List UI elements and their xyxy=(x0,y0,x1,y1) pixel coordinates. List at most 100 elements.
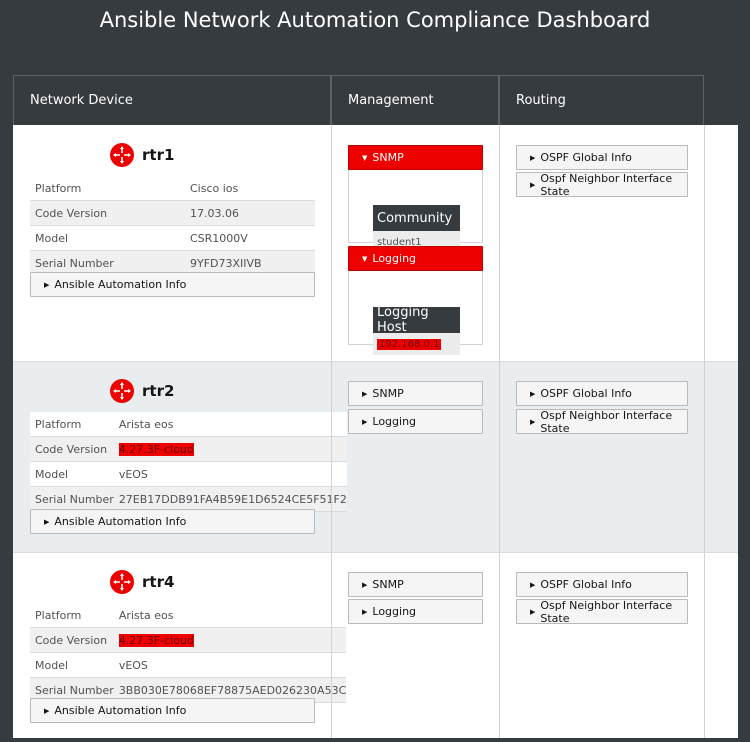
logging-label: Logging xyxy=(372,252,417,265)
fact-value-model: vEOS xyxy=(113,461,347,487)
fact-row-model: Model CSR1000V xyxy=(30,225,315,251)
ansible-info-label: Ansible Automation Info xyxy=(54,515,187,528)
fact-value-code-version: 17.03.06 xyxy=(185,200,315,226)
fact-value-code-version: 4.27.3F-cloud xyxy=(118,442,194,456)
logging-toggle[interactable]: ▶ Logging xyxy=(348,409,483,434)
caret-down-icon: ▼ xyxy=(362,254,368,263)
fact-label: Platform xyxy=(30,412,114,437)
snmp-panel: Community student1 xyxy=(348,169,483,253)
fact-label: Code Version xyxy=(30,200,185,226)
ospf-neighbor-label: Ospf Neighbor Interface State xyxy=(540,598,673,625)
fact-value-platform: Cisco ios xyxy=(185,176,315,201)
management-cell: Community student1 ▼ SNMP Logging Host 19… xyxy=(331,125,499,361)
community-header: Community xyxy=(373,205,460,231)
snmp-toggle[interactable]: ▼ SNMP xyxy=(348,145,483,170)
caret-right-icon: ▶ xyxy=(530,607,536,616)
ansible-info-label: Ansible Automation Info xyxy=(54,704,187,717)
ansible-info-toggle[interactable]: ▶ Ansible Automation Info xyxy=(30,509,315,534)
caret-right-icon: ▶ xyxy=(530,580,536,589)
device-row-rtr2: rtr2 Platform Arista eos Code Version 4.27… xyxy=(13,362,738,553)
ospf-neighbor-label: Ospf Neighbor Interface State xyxy=(540,171,673,198)
ospf-global-toggle[interactable]: ▶ OSPF Global Info xyxy=(516,381,688,406)
device-facts-table: Platform Arista eos Code Version 4.27.3F-c… xyxy=(30,412,347,512)
device-row-rtr1: rtr1 Platform Cisco ios Code Version 17.03… xyxy=(13,125,738,362)
router-icon xyxy=(110,379,134,403)
fact-row-platform: Platform Cisco ios xyxy=(30,176,315,201)
caret-right-icon: ▶ xyxy=(362,580,368,589)
fact-label: Model xyxy=(30,461,114,487)
caret-right-icon: ▶ xyxy=(44,280,50,289)
logging-label: Logging xyxy=(372,415,417,428)
page-header: Ansible Network Automation Compliance Da… xyxy=(0,0,750,75)
device-heading: rtr1 xyxy=(110,143,174,167)
fact-row-code-version: Code Version 4.27.3F-cloud xyxy=(30,436,347,462)
routing-cell: ▶ OSPF Global Info ▶ Ospf Neighbor Interfa… xyxy=(499,125,704,361)
caret-right-icon: ▶ xyxy=(530,389,536,398)
fact-value-platform: Arista eos xyxy=(113,412,347,437)
snmp-toggle[interactable]: ▶ SNMP xyxy=(348,381,483,406)
ospf-neighbor-toggle[interactable]: ▶ Ospf Neighbor Interface State xyxy=(516,598,688,625)
caret-right-icon: ▶ xyxy=(362,417,368,426)
column-header-management: Management xyxy=(331,75,499,125)
device-name: rtr4 xyxy=(142,573,175,591)
fact-row-model: Model vEOS xyxy=(30,652,347,678)
ospf-neighbor-label: Ospf Neighbor Interface State xyxy=(540,408,673,435)
caret-right-icon: ▶ xyxy=(362,389,368,398)
fact-label: Code Version xyxy=(30,627,114,653)
fact-label: Platform xyxy=(30,603,114,628)
fact-value-code-version-wrap: 4.27.3F-cloud xyxy=(113,436,347,462)
fact-row-platform: Platform Arista eos xyxy=(30,412,347,437)
snmp-toggle[interactable]: ▶ SNMP xyxy=(348,572,483,597)
ospf-global-label: OSPF Global Info xyxy=(540,578,632,591)
fact-row-code-version: Code Version 17.03.06 xyxy=(30,200,315,226)
logging-host-header: Logging Host xyxy=(373,305,460,335)
fact-label: Model xyxy=(30,652,114,678)
routing-cell: ▶ OSPF Global Info ▶ Ospf Neighbor Interfa… xyxy=(499,553,704,738)
fact-row-code-version: Code Version 4.27.3F-cloud xyxy=(30,627,347,653)
ospf-global-label: OSPF Global Info xyxy=(540,151,632,164)
ospf-global-label: OSPF Global Info xyxy=(540,387,632,400)
ospf-neighbor-toggle[interactable]: ▶ Ospf Neighbor Interface State xyxy=(516,408,688,435)
caret-right-icon: ▶ xyxy=(530,417,536,426)
fact-row-serial: Serial Number 27EB17DDB91FA4B59E1D6524CE5… xyxy=(30,486,347,512)
device-heading: rtr2 xyxy=(110,379,174,403)
fact-row-model: Model vEOS xyxy=(30,461,347,487)
snmp-label: SNMP xyxy=(372,151,404,164)
management-cell: ▶ SNMP ▶ Logging xyxy=(331,362,499,552)
device-heading: rtr4 xyxy=(110,570,174,594)
caret-right-icon: ▶ xyxy=(362,607,368,616)
router-icon xyxy=(110,143,134,167)
device-cell: rtr2 Platform Arista eos Code Version 4.27… xyxy=(13,362,347,552)
ospf-global-toggle[interactable]: ▶ OSPF Global Info xyxy=(516,572,688,597)
compliance-table: Network Device Management Routing rtr1 P… xyxy=(13,75,738,738)
device-row-rtr4: rtr4 Platform Arista eos Code Version 4.27… xyxy=(13,553,738,738)
fact-label: Code Version xyxy=(30,436,114,462)
fact-value-platform: Arista eos xyxy=(113,603,347,628)
logging-label: Logging xyxy=(372,605,417,618)
caret-right-icon: ▶ xyxy=(44,706,50,715)
table-header: Network Device Management Routing xyxy=(13,75,738,125)
device-cell: rtr4 Platform Arista eos Code Version 4.27… xyxy=(13,553,347,738)
fact-label: Serial Number xyxy=(30,486,114,512)
fact-value-model: vEOS xyxy=(113,652,347,678)
ansible-info-label: Ansible Automation Info xyxy=(54,278,187,291)
logging-host-value: 192.168.0.1 xyxy=(377,338,442,350)
blank-cell xyxy=(704,553,738,738)
column-header-routing: Routing xyxy=(499,75,704,125)
fact-value-model: CSR1000V xyxy=(185,225,315,251)
logging-toggle[interactable]: ▶ Logging xyxy=(348,599,483,624)
fact-label: Platform xyxy=(30,176,185,201)
device-name: rtr2 xyxy=(142,382,175,400)
caret-down-icon: ▼ xyxy=(362,153,368,162)
ospf-global-toggle[interactable]: ▶ OSPF Global Info xyxy=(516,145,688,170)
routing-cell: ▶ OSPF Global Info ▶ Ospf Neighbor Interfa… xyxy=(499,362,704,552)
device-facts-table: Platform Arista eos Code Version 4.27.3F-c… xyxy=(30,603,347,703)
blank-cell xyxy=(704,125,738,361)
logging-toggle[interactable]: ▼ Logging xyxy=(348,246,483,271)
logging-panel: Logging Host 192.168.0.1 xyxy=(348,270,483,355)
ansible-info-toggle[interactable]: ▶ Ansible Automation Info xyxy=(30,698,315,723)
fact-row-platform: Platform Arista eos xyxy=(30,603,347,628)
ansible-info-toggle[interactable]: ▶ Ansible Automation Info xyxy=(30,272,315,297)
page-title: Ansible Network Automation Compliance Da… xyxy=(99,8,651,32)
ospf-neighbor-toggle[interactable]: ▶ Ospf Neighbor Interface State xyxy=(516,171,688,198)
